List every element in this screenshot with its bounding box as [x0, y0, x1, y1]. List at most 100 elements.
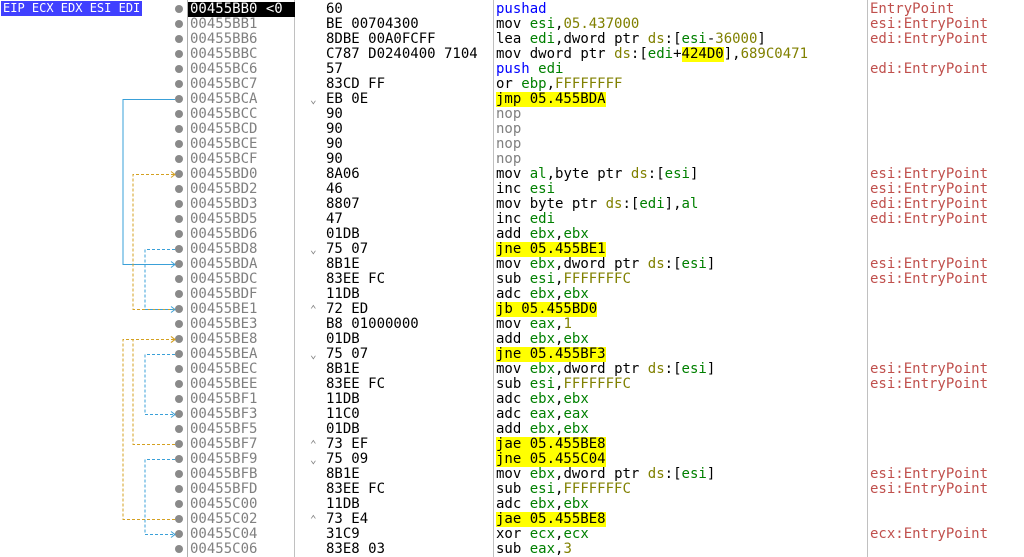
address-cell: 00455BE8	[190, 332, 258, 347]
comment-cell	[870, 302, 1024, 317]
comment-cell	[870, 47, 1024, 62]
bytes-cell: 83EE FC	[326, 482, 386, 497]
jump-direction-indicator: ⌃	[310, 513, 317, 526]
jump-direction-indicator: ⌃	[310, 438, 317, 451]
comment-cell	[870, 512, 1024, 527]
bytes-cell: 8B1E	[326, 467, 360, 482]
address-cell: 00455BF9	[190, 452, 258, 467]
jump-direction-indicator	[310, 272, 324, 287]
jump-direction-indicator	[310, 77, 324, 92]
disassembly-cell: nop	[496, 107, 522, 122]
jump-direction-indicator	[310, 227, 324, 242]
disassembly-cell: mov byte ptr ds:[edi],al	[496, 197, 699, 212]
comment-cell	[870, 152, 1024, 167]
address-cell: 00455BCA	[190, 92, 258, 107]
comment-cell	[870, 542, 1024, 557]
bytes-cell: 83E8 03	[326, 542, 386, 557]
jump-direction-indicator: ⌄	[310, 453, 317, 466]
disassembly-cell: sub esi,FFFFFFFC	[496, 377, 631, 392]
comment-cell: esi:EntryPoint	[870, 17, 989, 32]
bytes-cell: 90	[326, 107, 343, 122]
disassembly-cell: sub eax,3	[496, 542, 572, 557]
comment-cell	[870, 77, 1024, 92]
address-cell: 00455BC6	[190, 62, 258, 77]
jump-direction-indicator	[310, 332, 324, 347]
bytes-cell: 90	[326, 137, 343, 152]
address-cell: 00455BC7	[190, 77, 258, 92]
address-cell: 00455BCE	[190, 137, 258, 152]
bytes-cell: 8B1E	[326, 257, 360, 272]
bytes-cell: 8B1E	[326, 362, 360, 377]
jump-direction-indicator	[310, 467, 324, 482]
comment-cell	[870, 107, 1024, 122]
disassembly-cell: add ebx,ebx	[496, 422, 589, 437]
jump-direction-indicator	[310, 2, 324, 17]
bytes-cell: 8DBE 00A0FCFF	[326, 32, 436, 47]
address-cell: 00455BDA	[190, 257, 258, 272]
disassembly-cell: jne 05.455C04	[496, 452, 606, 467]
address-cell: 00455C06	[190, 542, 258, 557]
bytes-cell: 83CD FF	[326, 77, 386, 92]
jump-line	[122, 339, 175, 520]
jump-direction-indicator	[310, 32, 324, 47]
address-cell: 00455BB0 <0	[188, 2, 295, 17]
disassembly-cell: mov esi,05.437000	[496, 17, 640, 32]
bytes-cell: 75 07	[326, 347, 369, 362]
comment-cell: edi:EntryPoint	[870, 32, 989, 47]
disassembly-cell: sub esi,FFFFFFFC	[496, 272, 631, 287]
disassembly-cell: pushad	[496, 2, 547, 17]
comment-cell	[870, 317, 1024, 332]
comment-cell: edi:EntryPoint	[870, 197, 989, 212]
comment-cell	[870, 137, 1024, 152]
comment-cell	[870, 407, 1024, 422]
disassembly-cell: nop	[496, 137, 522, 152]
bytes-cell: 11DB	[326, 287, 360, 302]
jump-direction-indicator	[310, 137, 324, 152]
bytes-cell: EB 0E	[326, 92, 369, 107]
comment-cell	[870, 347, 1024, 362]
comment-cell: edi:EntryPoint	[870, 62, 989, 77]
comment-cell	[870, 422, 1024, 437]
disassembly-cell: jb 05.455BD0	[496, 302, 598, 317]
comment-cell: esi:EntryPoint	[870, 362, 989, 377]
comment-cell	[870, 497, 1024, 512]
jump-direction-indicator	[310, 212, 324, 227]
jump-direction-indicator: ⌄	[310, 93, 317, 106]
address-cell: 00455BDC	[190, 272, 258, 287]
jump-direction-indicator	[310, 317, 324, 332]
comment-cell: ecx:EntryPoint	[870, 527, 989, 542]
disassembly-cell: nop	[496, 152, 522, 167]
bytes-cell: 75 07	[326, 242, 369, 257]
jump-direction-indicator	[310, 527, 324, 542]
jump-direction-indicator	[310, 122, 324, 137]
bytes-cell: 83EE FC	[326, 272, 386, 287]
bytes-cell: 90	[326, 122, 343, 137]
bytes-cell: 31C9	[326, 527, 360, 542]
address-cell: 00455BCD	[190, 122, 258, 137]
jump-direction-indicator	[310, 422, 324, 437]
comment-cell: esi:EntryPoint	[870, 167, 989, 182]
address-cell: 00455BB1	[190, 17, 258, 32]
disassembly-cell: inc edi	[496, 212, 556, 227]
disassembly-cell: jne 05.455BF3	[496, 347, 606, 362]
jump-direction-indicator	[310, 257, 324, 272]
disassembly-cell: mov ebx,dword ptr ds:[esi]	[496, 467, 716, 482]
jump-arrows	[122, 99, 176, 538]
jump-direction-indicator	[310, 182, 324, 197]
address-cell: 00455BEE	[190, 377, 258, 392]
address-cell: 00455C04	[190, 527, 258, 542]
address-cell: 00455BF7	[190, 437, 258, 452]
address-cell: 00455BD6	[190, 227, 258, 242]
comment-cell: esi:EntryPoint	[870, 272, 989, 287]
disassembly-cell: inc esi	[496, 182, 556, 197]
address-cell: 00455BD5	[190, 212, 258, 227]
address-cell: 00455BEA	[190, 347, 258, 362]
address-cell: 00455C02	[190, 512, 258, 527]
bytes-cell: 57	[326, 62, 343, 77]
comment-cell	[870, 227, 1024, 242]
comment-cell: EntryPoint	[870, 2, 955, 17]
bytes-cell: 8A06	[326, 167, 360, 182]
disassembly-cell: jne 05.455BE1	[496, 242, 606, 257]
disassembly-cell: jmp 05.455BDA	[496, 92, 606, 107]
disassembly-cell: xor ecx,ecx	[496, 527, 589, 542]
